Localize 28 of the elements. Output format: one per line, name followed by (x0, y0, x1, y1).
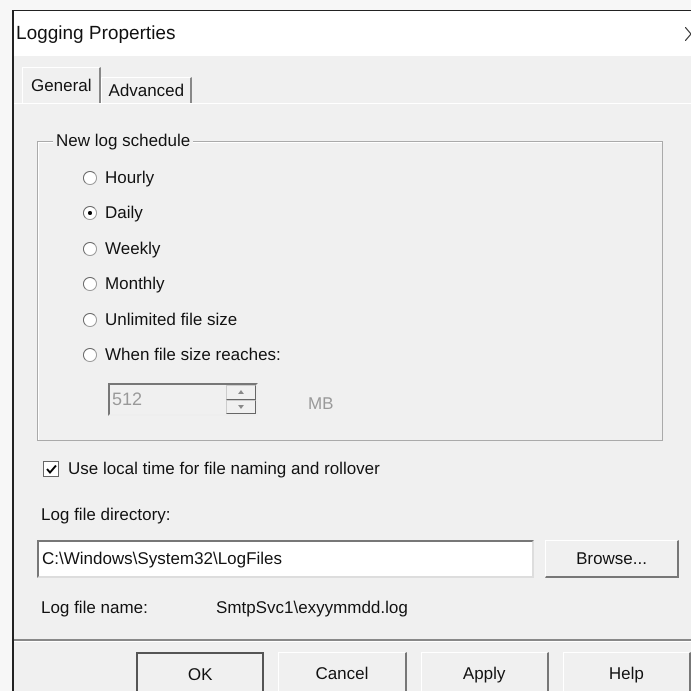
radio-button[interactable] (83, 348, 97, 362)
radio-label: Unlimited file size (105, 310, 238, 330)
dialog-button[interactable]: Cancel (278, 652, 407, 691)
field-label: Log file name: (41, 598, 149, 618)
checkbox-label: Use local time for file naming and rollover (68, 459, 380, 479)
browse-button[interactable]: Browse... (545, 540, 679, 578)
dialog-button[interactable]: OK (136, 652, 264, 691)
unit-label: MB (308, 394, 334, 414)
dialog-button[interactable]: Help (562, 652, 691, 691)
radio-button[interactable] (83, 277, 97, 292)
radio-label: Monthly (105, 274, 165, 294)
window-title: Logging Properties (16, 22, 176, 44)
radio-label: Daily (105, 203, 143, 224)
group-title: New log schedule (53, 131, 194, 151)
field-label: Log file directory: (41, 505, 172, 525)
checkbox[interactable] (43, 461, 59, 477)
directory-field[interactable]: C:\Windows\System32\LogFiles (37, 540, 534, 578)
dialog-button[interactable]: Apply (420, 652, 549, 691)
radio-button[interactable] (83, 170, 97, 185)
file-name-value: SmtpSvc1\exyymmdd.log (216, 598, 408, 618)
radio-button[interactable] (83, 312, 97, 327)
radio-button[interactable] (83, 242, 97, 256)
radio-button[interactable] (83, 206, 97, 220)
tab[interactable]: Advanced (101, 77, 192, 103)
radio-label: When file size reaches: (105, 345, 281, 366)
radio-label: Weekly (105, 238, 160, 259)
radio-label: Hourly (105, 168, 154, 188)
tab[interactable]: General (22, 67, 102, 103)
